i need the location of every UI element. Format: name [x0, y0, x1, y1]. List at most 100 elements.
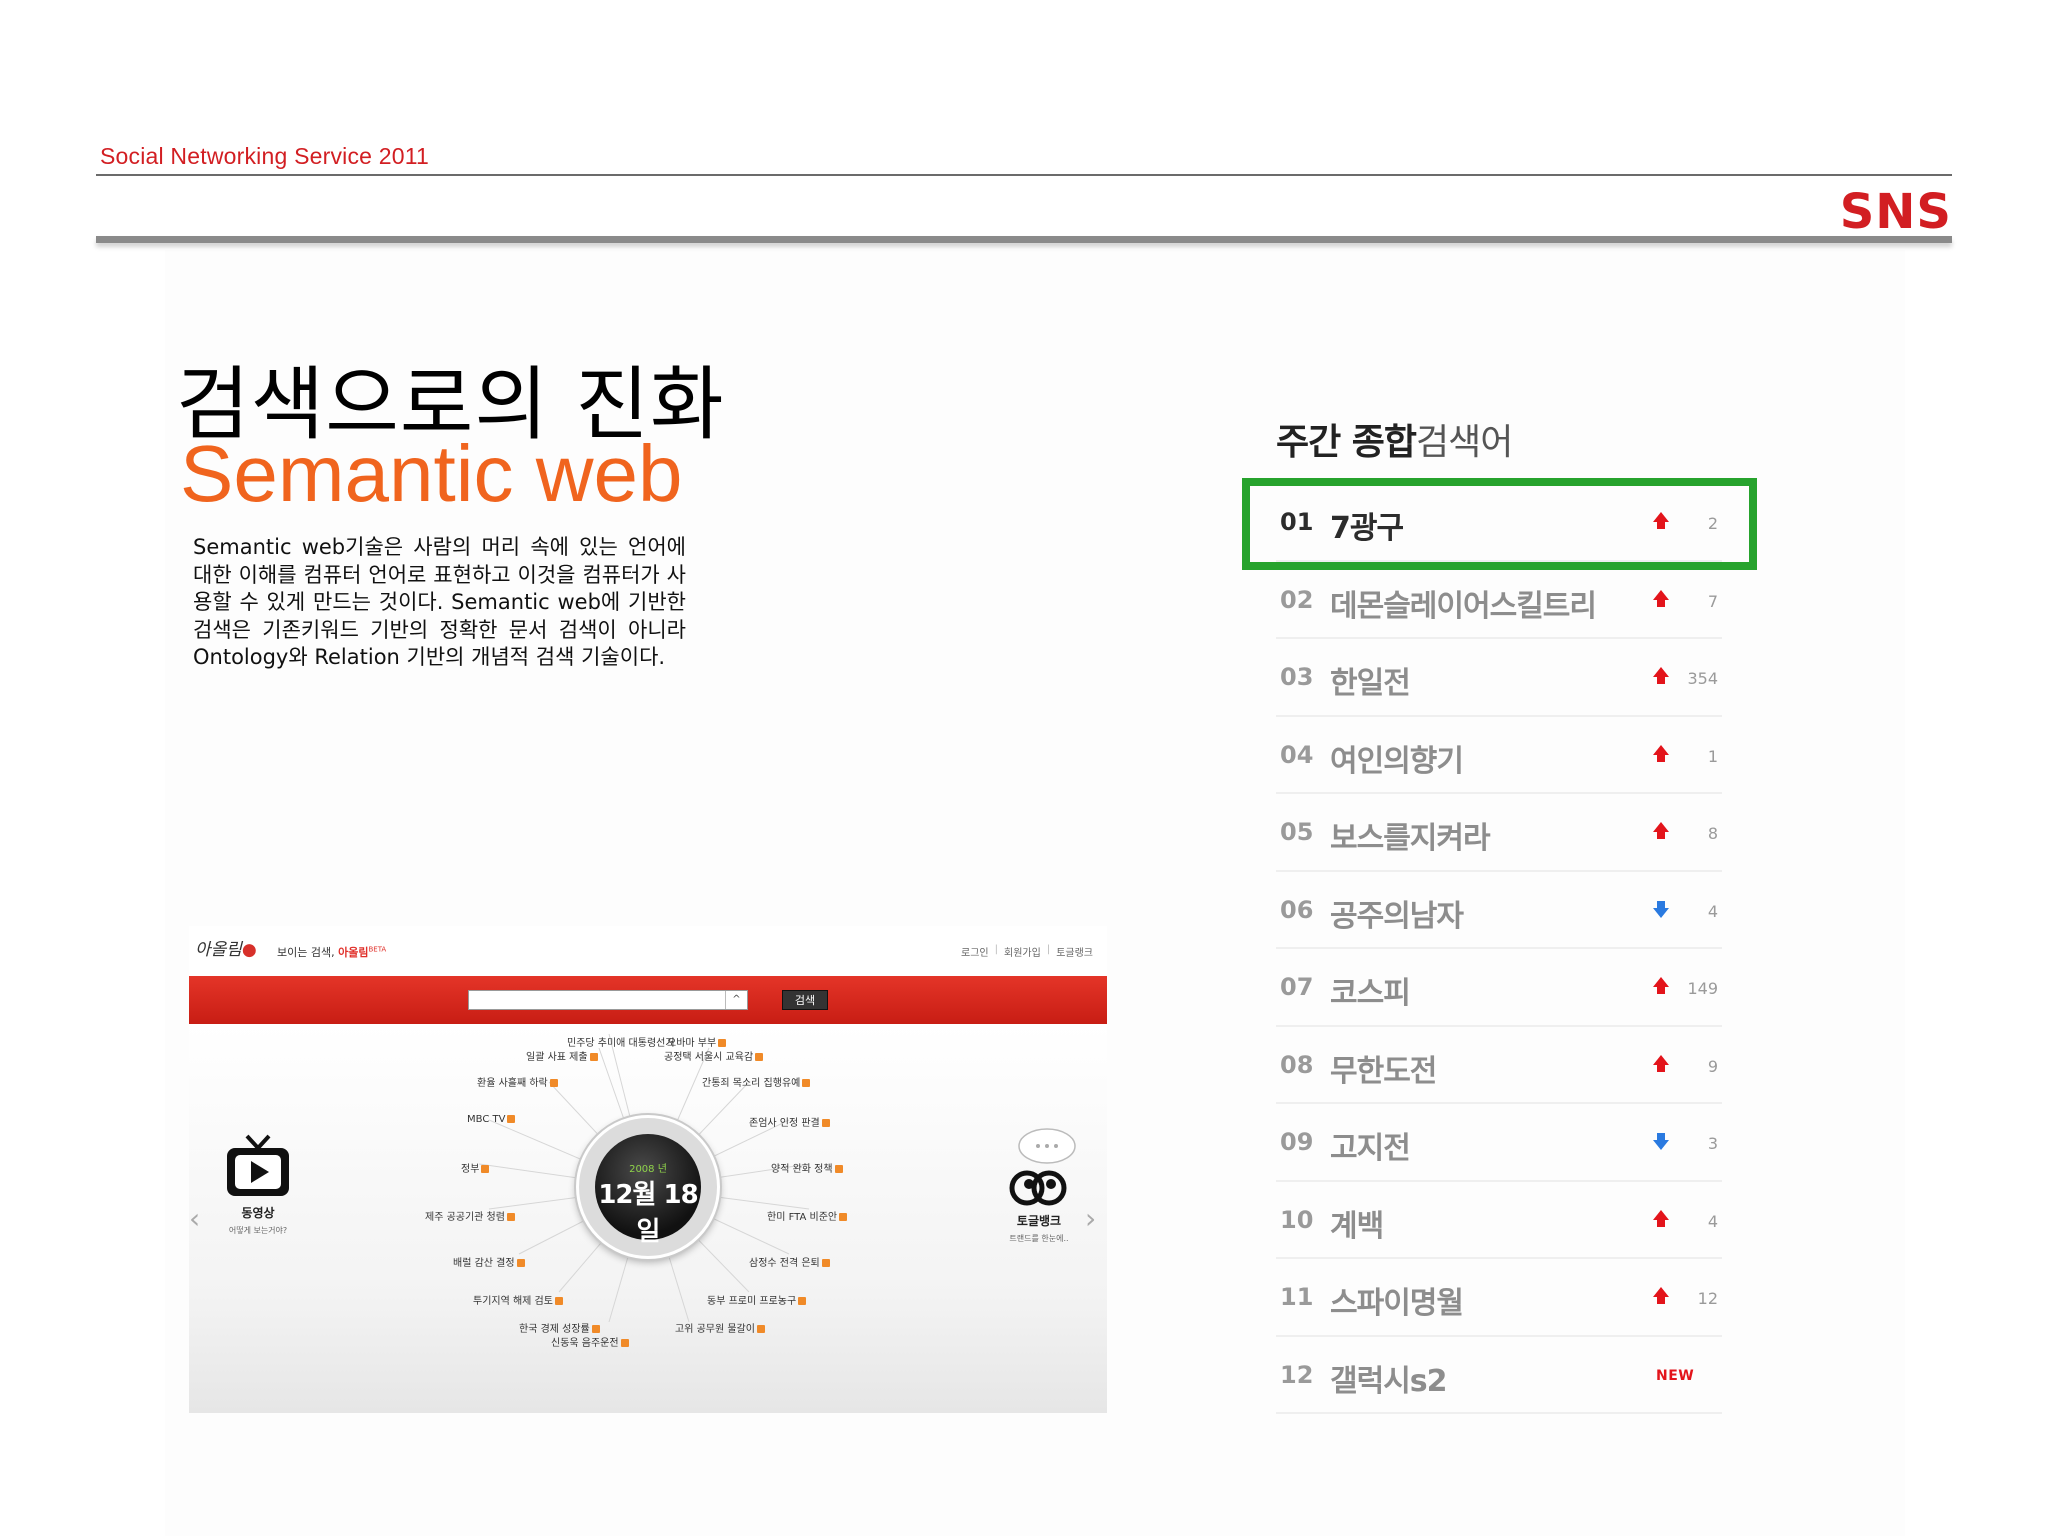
ranking-keyword[interactable]: 스파이명월: [1330, 1278, 1464, 1322]
keyword-item[interactable]: 고위 공무원 물갈이: [675, 1320, 765, 1335]
ranking-keyword[interactable]: 코스피: [1330, 968, 1411, 1012]
signup-link[interactable]: 회원가입: [1004, 944, 1041, 959]
ranking-row[interactable]: 12 갤럭시s2 NEW: [1276, 1337, 1722, 1414]
ranking-keyword[interactable]: 한일전: [1330, 658, 1411, 702]
keyword-item[interactable]: 양적 완화 정책: [771, 1160, 843, 1175]
search-site-screenshot: 아올림● 보이는 검색, 아올림BETA 로그인 | 회원가입 | 토글랭크 ^…: [189, 926, 1107, 1413]
keyword-item[interactable]: 민주당 추미애 대통령선거: [567, 1034, 675, 1049]
header-divider: [96, 174, 1952, 176]
keyword-item[interactable]: 투기지역 해제 검토: [473, 1292, 563, 1307]
ranking-number: 11: [1280, 1283, 1314, 1311]
keyword-item[interactable]: 정부: [461, 1160, 490, 1175]
ranking-row[interactable]: 09 고지전 3: [1276, 1104, 1722, 1182]
rank-change-value: 9: [1707, 1056, 1718, 1076]
description-paragraph: Semantic web기술은 사람의 머리 속에 있는 언어에 대한 이해를 …: [193, 535, 686, 669]
keyword-item[interactable]: 배럴 감산 결정: [453, 1254, 525, 1269]
arrow-down-icon: [1653, 1132, 1669, 1152]
video-panel[interactable]: 동영상 어떻게 보는거야?: [215, 1132, 301, 1236]
top-rank-highlight: [1242, 478, 1757, 570]
video-panel-title: 동영상: [241, 1206, 275, 1220]
site-search-input[interactable]: ^: [468, 990, 748, 1010]
ranking-keyword[interactable]: 공주의남자: [1330, 891, 1464, 935]
togglebank-panel[interactable]: 토글뱅크 트랜드를 한눈에..: [989, 1126, 1089, 1244]
date-dial[interactable]: 2008 년 12월 18일: [576, 1115, 720, 1259]
toggle-rank-link[interactable]: 토글랭크: [1056, 944, 1093, 959]
ranking-keyword[interactable]: 무한도전: [1330, 1046, 1437, 1090]
arrow-up-icon: [1653, 1209, 1669, 1230]
arrow-up-icon: [1653, 1054, 1669, 1075]
keyword-item[interactable]: 한국 경제 성장률: [519, 1320, 600, 1335]
site-search-button[interactable]: 검색: [782, 990, 828, 1010]
ranking-keyword[interactable]: 계백: [1330, 1201, 1384, 1245]
rank-change-value: 4: [1707, 901, 1718, 921]
ranking-number: 02: [1280, 585, 1314, 614]
ranking-number: 12: [1280, 1360, 1314, 1389]
rank-change-value: 8: [1707, 824, 1718, 843]
chevron-up-icon[interactable]: ^: [725, 991, 747, 1009]
ranking-keyword[interactable]: 여인의향기: [1330, 736, 1464, 780]
togglebank-title: 토글뱅크: [1016, 1214, 1062, 1228]
rank-change-value: 12: [1697, 1289, 1718, 1308]
keyword-item[interactable]: 존엄사 인정 판결: [749, 1114, 830, 1129]
arrow-up-icon: [1653, 822, 1669, 842]
site-header: 아올림● 보이는 검색, 아올림BETA 로그인 | 회원가입 | 토글랭크: [189, 926, 1107, 976]
keyword-item[interactable]: 신동욱 음주운전: [551, 1334, 629, 1349]
ranking-row[interactable]: 05 보스를지켜라 8: [1276, 794, 1722, 872]
site-slogan: 보이는 검색, 아올림BETA: [277, 945, 387, 959]
arrow-up-icon: [1653, 667, 1669, 687]
chevron-left-icon[interactable]: ‹: [189, 1202, 200, 1235]
keyword-item[interactable]: MBC TV: [467, 1114, 516, 1125]
site-logo: 아올림●: [195, 940, 257, 960]
keyword-item[interactable]: 일괄 사표 제출: [526, 1048, 598, 1063]
site-search-bar: ^ 검색: [189, 976, 1107, 1024]
heading-english: Semantic web: [180, 429, 683, 518]
toggle-link-icon: [1009, 1170, 1067, 1206]
rank-change-value: 3: [1707, 1134, 1718, 1153]
arrow-down-icon: [1653, 900, 1669, 920]
ranking-row[interactable]: 02 데몬슬레이어스킬트리 7: [1276, 562, 1722, 639]
ranking-row[interactable]: 10 계백 4: [1276, 1182, 1722, 1259]
ranking-number: 04: [1280, 740, 1314, 769]
ranking-row[interactable]: 06 공주의남자 4: [1276, 872, 1722, 949]
ranking-number: 05: [1280, 818, 1314, 846]
keyword-item[interactable]: 오바마 부부: [667, 1034, 727, 1049]
ranking-number: 07: [1280, 973, 1314, 1001]
keyword-item[interactable]: 제주 공공기관 청렴: [425, 1208, 515, 1223]
arrow-up-icon: [1653, 589, 1669, 610]
arrow-up-icon: [1653, 1287, 1669, 1307]
ranking-keyword[interactable]: 보스를지켜라: [1330, 813, 1491, 857]
ranking-row[interactable]: 04 여인의향기 1: [1276, 717, 1722, 794]
keyword-item[interactable]: 한미 FTA 비준안: [767, 1208, 848, 1223]
ranking-keyword[interactable]: 고지전: [1330, 1123, 1411, 1167]
speech-bubble-icon: [1018, 1128, 1076, 1164]
video-panel-subtitle: 어떻게 보는거야?: [228, 1226, 288, 1235]
date-day: 12월 18일: [598, 1180, 698, 1247]
togglebank-subtitle: 트랜드를 한눈에..: [1009, 1234, 1069, 1243]
ranking-row[interactable]: 11 스파이명월 12: [1276, 1259, 1722, 1337]
ranking-list: 01 7광구 2 02 데몬슬레이어스킬트리 7 03 한일전 354 04 여인의향기 1 05 보스를…: [1276, 484, 1722, 1414]
ranking-title: 주간 종합검색어: [1276, 422, 1513, 463]
rank-change-value: 1: [1707, 746, 1718, 766]
header-bar: [96, 236, 1952, 243]
rank-change-value: 354: [1687, 669, 1718, 688]
keyword-item[interactable]: 환율 사흘째 하락: [477, 1074, 558, 1089]
ranking-number: 06: [1280, 895, 1314, 924]
site-top-links: 로그인 | 회원가입 | 토글랭크: [961, 944, 1093, 959]
ranking-number: 03: [1280, 663, 1314, 691]
ranking-keyword[interactable]: 갤럭시s2: [1330, 1356, 1448, 1400]
rank-change-value: 149: [1687, 979, 1718, 998]
login-link[interactable]: 로그인: [961, 944, 989, 959]
ranking-row[interactable]: 08 무한도전 9: [1276, 1027, 1722, 1104]
ranking-row[interactable]: 03 한일전 354: [1276, 639, 1722, 717]
ranking-number: 10: [1280, 1205, 1314, 1234]
section-badge: SNS: [1839, 184, 1952, 240]
ranking-row[interactable]: 07 코스피 149: [1276, 949, 1722, 1027]
ranking-keyword[interactable]: 데몬슬레이어스킬트리: [1330, 581, 1597, 625]
keyword-item[interactable]: 간통죄 목소리 집행유예: [702, 1074, 811, 1089]
new-badge: NEW: [1656, 1367, 1695, 1384]
keyword-item[interactable]: 삼정수 전격 은퇴: [749, 1254, 830, 1269]
keyword-item[interactable]: 동부 프로미 프로농구: [707, 1292, 807, 1307]
keyword-item[interactable]: 공정택 서울시 교육감: [664, 1048, 764, 1063]
header-title: Social Networking Service 2011: [100, 143, 430, 169]
arrow-up-icon: [1653, 744, 1669, 765]
